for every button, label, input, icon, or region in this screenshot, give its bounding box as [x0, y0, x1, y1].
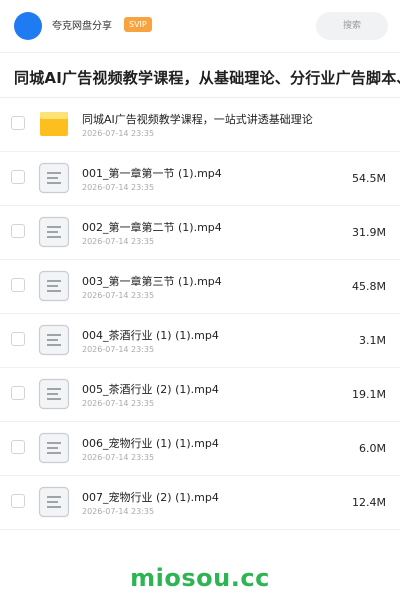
row-checkbox[interactable] — [11, 224, 25, 238]
file-row[interactable]: 007_宠物行业 (2) (1).mp4 2026-07-14 23:35 12.4… — [0, 476, 400, 530]
search-box[interactable]: 搜索 — [316, 12, 388, 40]
file-size: 6.0M — [359, 442, 386, 455]
file-date: 2026-07-14 23:35 — [82, 453, 155, 462]
file-row[interactable]: 003_第一章第三节 (1).mp4 2026-07-14 23:35 45.8M — [0, 260, 400, 314]
row-checkbox[interactable] — [11, 494, 25, 508]
file-row[interactable]: 004_茶酒行业 (1) (1).mp4 2026-07-14 23:35 3.1M — [0, 314, 400, 368]
app-header: 夸克网盘分享 SVIP 搜索 — [0, 0, 400, 52]
file-row[interactable]: 001_第一章第一节 (1).mp4 2026-07-14 23:35 54.5M — [0, 152, 400, 206]
file-name: 002_第一章第二节 (1).mp4 — [82, 221, 222, 234]
row-checkbox[interactable] — [11, 332, 25, 346]
file-row[interactable]: 005_茶酒行业 (2) (1).mp4 2026-07-14 23:35 19.1… — [0, 368, 400, 422]
title-bar: 同城AI广告视频教学课程，从基础理论、分行业广告脚本、 — [0, 52, 400, 98]
file-doc-icon — [38, 216, 70, 248]
file-date: 2026-07-14 23:35 — [82, 507, 155, 516]
file-doc-icon — [38, 162, 70, 194]
file-name: 007_宠物行业 (2) (1).mp4 — [82, 491, 219, 504]
file-name: 001_第一章第一节 (1).mp4 — [82, 167, 222, 180]
row-checkbox[interactable] — [11, 170, 25, 184]
file-size: 54.5M — [352, 172, 386, 185]
file-name: 005_茶酒行业 (2) (1).mp4 — [82, 383, 219, 396]
watermark: miosou.cc — [130, 564, 270, 592]
row-checkbox[interactable] — [11, 440, 25, 454]
folder-date: 2026-07-14 23:35 — [82, 129, 155, 138]
file-row[interactable]: 002_第一章第二节 (1).mp4 2026-07-14 23:35 31.9M — [0, 206, 400, 260]
folder-icon — [40, 112, 68, 136]
file-size: 19.1M — [352, 388, 386, 401]
file-doc-icon — [38, 270, 70, 302]
file-size: 3.1M — [359, 334, 386, 347]
file-size: 45.8M — [352, 280, 386, 293]
file-list: 同城AI广告视频教学课程，一站式讲透基础理论 2026-07-14 23:35 … — [0, 98, 400, 530]
file-date: 2026-07-14 23:35 — [82, 345, 155, 354]
file-row[interactable]: 006_宠物行业 (1) (1).mp4 2026-07-14 23:35 6.0M — [0, 422, 400, 476]
page-title: 同城AI广告视频教学课程，从基础理论、分行业广告脚本、 — [14, 69, 400, 87]
svip-badge: SVIP — [124, 17, 152, 32]
file-name: 004_茶酒行业 (1) (1).mp4 — [82, 329, 219, 342]
file-doc-icon — [38, 378, 70, 410]
file-size: 31.9M — [352, 226, 386, 239]
folder-row[interactable]: 同城AI广告视频教学课程，一站式讲透基础理论 2026-07-14 23:35 — [0, 98, 400, 152]
file-date: 2026-07-14 23:35 — [82, 399, 155, 408]
file-name: 006_宠物行业 (1) (1).mp4 — [82, 437, 219, 450]
row-checkbox[interactable] — [11, 278, 25, 292]
brand-name: 夸克网盘分享 — [52, 21, 112, 32]
file-doc-icon — [38, 432, 70, 464]
file-date: 2026-07-14 23:35 — [82, 183, 155, 192]
file-size: 12.4M — [352, 496, 386, 509]
row-checkbox[interactable] — [11, 386, 25, 400]
file-doc-icon — [38, 486, 70, 518]
file-doc-icon — [38, 324, 70, 356]
avatar[interactable] — [14, 12, 42, 40]
file-name: 003_第一章第三节 (1).mp4 — [82, 275, 222, 288]
file-date: 2026-07-14 23:35 — [82, 237, 155, 246]
folder-name: 同城AI广告视频教学课程，一站式讲透基础理论 — [82, 113, 313, 126]
file-date: 2026-07-14 23:35 — [82, 291, 155, 300]
row-checkbox[interactable] — [11, 116, 25, 130]
